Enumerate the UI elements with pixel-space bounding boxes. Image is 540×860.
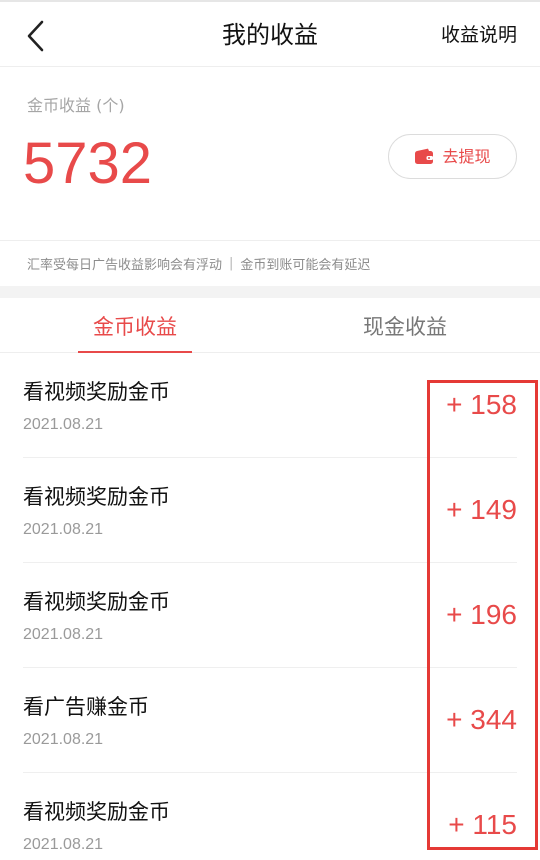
- header-bar: 我的收益 收益说明: [0, 0, 540, 67]
- earnings-help-link[interactable]: 收益说明: [441, 22, 517, 48]
- tab-coin-earnings[interactable]: 金币收益: [78, 298, 192, 353]
- record-date: 2021.08.21: [23, 836, 104, 853]
- withdraw-label: 去提现: [442, 146, 491, 166]
- record-date: 2021.08.21: [23, 521, 104, 538]
- amount-highlight-box: [427, 380, 538, 850]
- wallet-icon: [415, 148, 434, 164]
- section-divider: [0, 286, 540, 298]
- notice-bar: 汇率受每日广告收益影响会有浮动 | 金币到账可能会有延迟: [0, 240, 540, 286]
- withdraw-button[interactable]: 去提现: [388, 134, 517, 179]
- record-date: 2021.08.21: [23, 416, 104, 433]
- notice-separator: |: [229, 256, 234, 271]
- balance-section: 金币收益 (个) 5732 去提现: [0, 67, 540, 240]
- record-title: 看视频奖励金币: [23, 485, 170, 509]
- balance-value: 5732: [23, 131, 153, 196]
- notice-rate-text: 汇率受每日广告收益影响会有浮动: [27, 258, 223, 273]
- page: 我的收益 收益说明 金币收益 (个) 5732 去提现 汇率受每日广告收益影响会…: [0, 0, 540, 860]
- record-title: 看视频奖励金币: [23, 800, 170, 824]
- tab-bar: 金币收益 现金收益: [0, 298, 540, 353]
- record-title: 看视频奖励金币: [23, 590, 170, 614]
- record-title: 看视频奖励金币: [23, 380, 170, 404]
- tab-cash-earnings[interactable]: 现金收益: [340, 298, 470, 353]
- balance-label: 金币收益 (个): [27, 96, 125, 115]
- notice-delay-text: 金币到账可能会有延迟: [240, 258, 371, 273]
- record-date: 2021.08.21: [23, 626, 104, 643]
- record-title: 看广告赚金币: [23, 695, 149, 719]
- record-date: 2021.08.21: [23, 731, 104, 748]
